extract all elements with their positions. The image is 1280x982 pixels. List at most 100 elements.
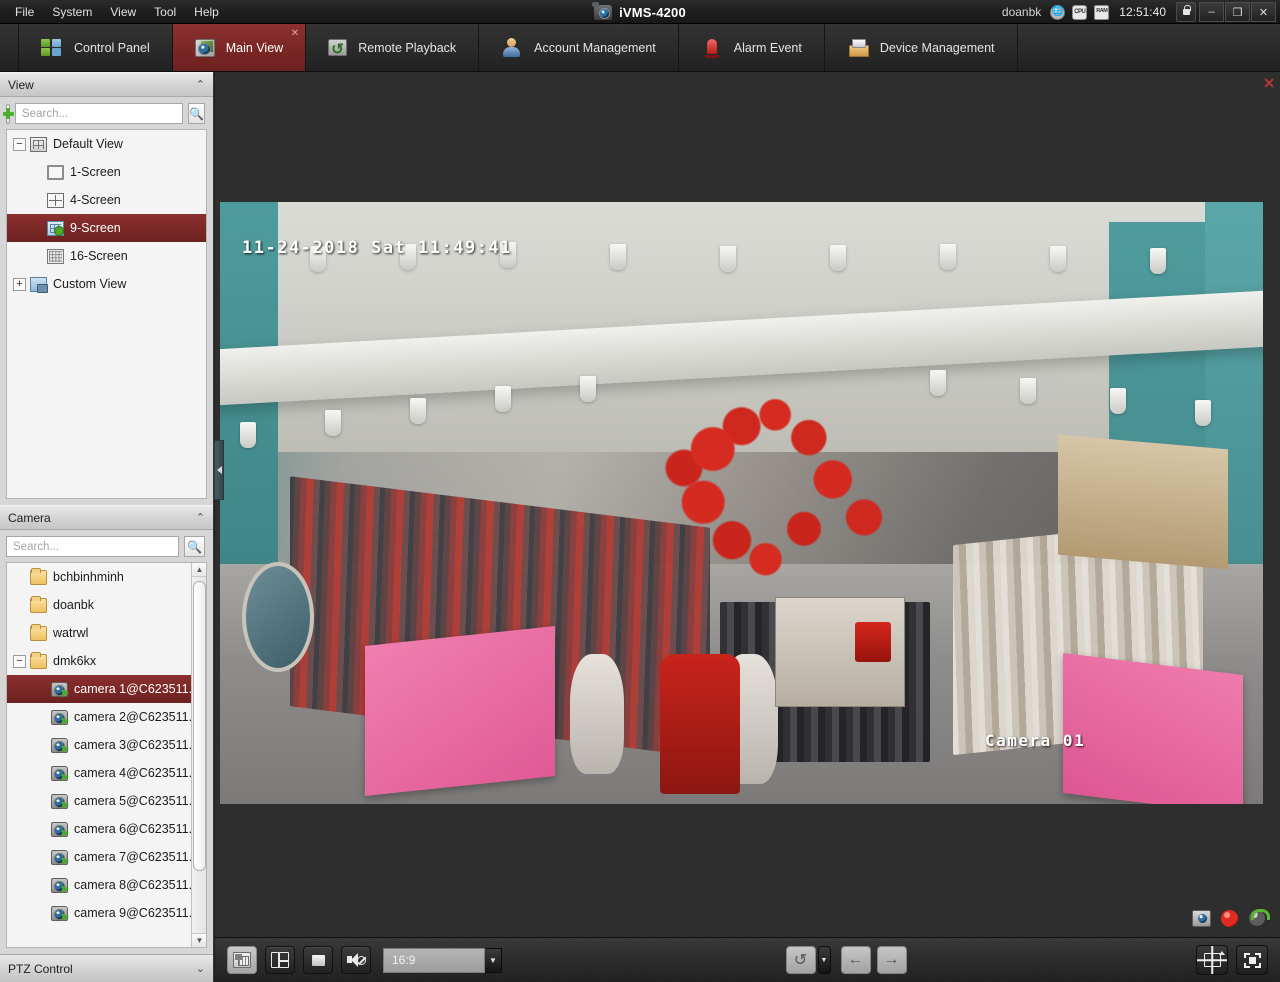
tree-item-camera-1[interactable]: camera 1@C623511...	[7, 675, 206, 703]
aspect-ratio-value[interactable]: 16:9	[383, 947, 485, 973]
capture-snapshot-icon[interactable]	[1192, 909, 1211, 927]
device-management-icon	[847, 38, 869, 58]
tab-main-view[interactable]: Main View ✕	[172, 24, 307, 71]
close-window-icon[interactable]: ✕	[1263, 75, 1275, 92]
tree-item-default-view[interactable]: − Default View	[7, 130, 206, 158]
view-options-group	[1196, 945, 1268, 975]
save-view-button[interactable]	[227, 946, 257, 974]
app-title: iVMS-4200	[619, 4, 686, 20]
scrollbar-thumb[interactable]	[193, 581, 206, 871]
camera-search-button[interactable]: 🔍	[184, 536, 205, 557]
status-tray: doanbk 🌐 CPU RAM 12:51:40	[1002, 0, 1196, 24]
tree-item-bchbinhminh[interactable]: bchbinhminh	[7, 563, 206, 591]
tab-control-panel[interactable]: Control Panel	[18, 24, 173, 71]
view-tree: − Default View 1-Screen 4-Screen 9-Scree…	[6, 129, 207, 499]
tree-item-custom-view[interactable]: + Custom View	[7, 270, 206, 298]
tree-item-dmk6kx[interactable]: − dmk6kx	[7, 647, 206, 675]
menu-system[interactable]: System	[43, 2, 101, 22]
tree-item-camera-2[interactable]: camera 2@C623511...	[7, 703, 206, 731]
tree-item-camera-7[interactable]: camera 7@C623511...	[7, 843, 206, 871]
tab-alarm-event[interactable]: Alarm Event	[679, 24, 825, 71]
ram-usage-icon[interactable]: RAM	[1094, 4, 1110, 20]
scroll-up-button[interactable]: ▲	[192, 563, 206, 577]
tree-item-camera-4[interactable]: camera 4@C623511...	[7, 759, 206, 787]
camera-tree-scrollbar[interactable]: ▲ ▼	[191, 563, 206, 947]
restore-button[interactable]: ❐	[1225, 2, 1250, 22]
tree-item-camera-5[interactable]: camera 5@C623511...	[7, 787, 206, 815]
scroll-down-button[interactable]: ▼	[192, 933, 206, 947]
tree-item-4-screen[interactable]: 4-Screen	[7, 186, 206, 214]
tree-item-watrwl[interactable]: watrwl	[7, 619, 206, 647]
sidebar-collapse-handle[interactable]	[214, 440, 224, 500]
tree-item-16-screen[interactable]: 16-Screen	[7, 242, 206, 270]
menu-view[interactable]: View	[101, 2, 145, 22]
live-view-stage[interactable]: ✕ 11-24-2018 Sat 11:49:41 Camera 01	[215, 72, 1280, 937]
menu-tool[interactable]: Tool	[145, 2, 185, 22]
chevron-down-icon[interactable]: ▼	[485, 947, 502, 973]
minimize-button[interactable]: –	[1199, 2, 1224, 22]
instant-playback-icon[interactable]	[1248, 909, 1270, 927]
tree-item-camera-6[interactable]: camera 6@C623511...	[7, 815, 206, 843]
tree-item-camera-8[interactable]: camera 8@C623511...	[7, 871, 206, 899]
tree-item-9-screen[interactable]: 9-Screen	[7, 214, 206, 242]
tree-item-camera-3[interactable]: camera 3@C623511...	[7, 731, 206, 759]
scene-red-coat	[660, 654, 740, 794]
close-button[interactable]: ✕	[1251, 2, 1276, 22]
tree-item-label: camera 9@C623511...	[74, 906, 200, 920]
next-page-button[interactable]: →	[876, 946, 907, 974]
menu-file[interactable]: File	[6, 2, 43, 22]
alarm-event-icon	[701, 38, 723, 58]
screen-1-icon	[47, 164, 64, 180]
folder-icon	[30, 651, 47, 669]
tree-item-1-screen[interactable]: 1-Screen	[7, 158, 206, 186]
stop-all-live-view-button[interactable]	[303, 946, 333, 974]
tab-device-management[interactable]: Device Management	[825, 24, 1018, 71]
previous-page-button[interactable]: ←	[840, 946, 871, 974]
ptz-control-header[interactable]: PTZ Control ⌄	[0, 954, 213, 982]
tree-item-label: camera 7@C623511...	[74, 850, 200, 864]
view-search-input[interactable]	[15, 103, 184, 124]
tree-item-doanbk[interactable]: doanbk	[7, 591, 206, 619]
camera-panel-header[interactable]: Camera ⌃	[0, 505, 213, 530]
mute-audio-button[interactable]	[341, 946, 371, 974]
expander-icon[interactable]: −	[13, 137, 26, 151]
chevron-up-icon[interactable]: ⌃	[196, 511, 205, 524]
auto-switch-button[interactable]: ↺	[785, 946, 816, 974]
lock-button[interactable]	[1176, 2, 1196, 22]
chevron-up-icon[interactable]: ⌃	[196, 78, 205, 91]
playback-navigation-group: ↺ ▼ ← →	[785, 946, 913, 974]
tab-close-icon[interactable]: ✕	[291, 28, 299, 39]
network-globe-icon[interactable]: 🌐	[1050, 4, 1066, 20]
view-search-button[interactable]: 🔍	[188, 103, 205, 124]
tree-item-camera-9[interactable]: camera 9@C623511...	[7, 899, 206, 927]
cpu-usage-icon[interactable]: CPU	[1072, 4, 1088, 20]
video-pane-camera-01[interactable]: 11-24-2018 Sat 11:49:41 Camera 01	[220, 202, 1263, 804]
menu-help[interactable]: Help	[185, 2, 228, 22]
window-controls: – ❐ ✕	[1199, 2, 1276, 22]
aspect-ratio-select[interactable]: 16:9 ▼	[383, 947, 502, 973]
tree-item-label: camera 6@C623511...	[74, 822, 200, 836]
record-icon[interactable]	[1221, 909, 1238, 927]
lock-icon	[1182, 5, 1191, 15]
expander-icon[interactable]: −	[13, 654, 26, 668]
full-screen-button[interactable]	[1236, 945, 1268, 975]
tree-item-label: camera 5@C623511...	[74, 794, 200, 808]
tab-label: Alarm Event	[733, 40, 802, 55]
tree-item-label: 4-Screen	[70, 193, 121, 207]
custom-layout-button[interactable]	[265, 946, 295, 974]
screen-16-icon	[47, 248, 64, 264]
camera-logo-icon	[592, 1, 613, 20]
auto-switch-dropdown[interactable]: ▼	[817, 946, 831, 974]
ptz-control-title: PTZ Control	[8, 961, 73, 976]
chevron-down-icon[interactable]: ⌄	[196, 962, 205, 975]
tree-item-label: camera 8@C623511...	[74, 878, 200, 892]
add-view-button[interactable]	[2, 103, 14, 124]
camera-search-input[interactable]	[6, 536, 179, 557]
view-panel-header[interactable]: View ⌃	[0, 72, 213, 97]
expander-icon[interactable]: +	[13, 277, 26, 291]
tab-account-management[interactable]: Account Management	[479, 24, 679, 71]
folder-icon	[30, 567, 47, 585]
tab-remote-playback[interactable]: Remote Playback	[306, 24, 480, 71]
mute-speaker-icon	[347, 952, 366, 968]
window-division-button[interactable]	[1196, 945, 1228, 975]
